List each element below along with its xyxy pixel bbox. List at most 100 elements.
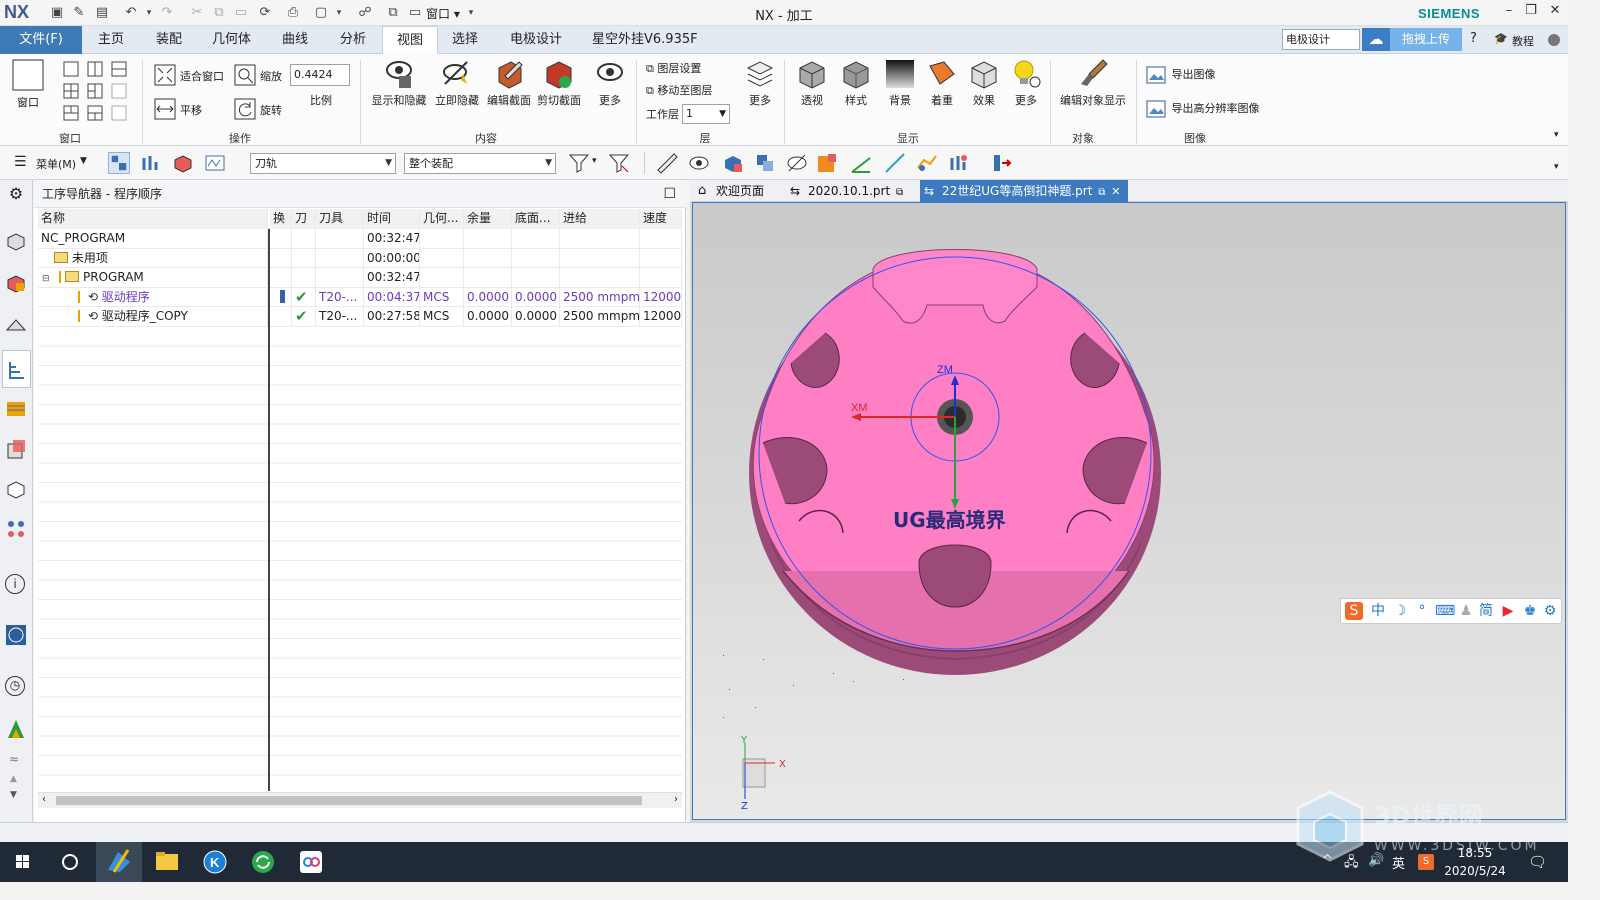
content-more-button[interactable]: 更多 xyxy=(590,58,630,108)
taskbar-nx-app[interactable] xyxy=(96,842,142,882)
part-navigator-icon[interactable] xyxy=(5,230,27,252)
copy-icon[interactable]: ⧉ xyxy=(210,4,228,22)
constraint-navigator-icon[interactable] xyxy=(5,314,27,336)
tab-analysis[interactable]: 分析 xyxy=(334,26,372,54)
ime-chinese-mode[interactable]: 中 xyxy=(1369,602,1387,620)
taskbar-explorer[interactable] xyxy=(144,842,190,882)
angle-icon[interactable] xyxy=(850,152,872,174)
palette-icon[interactable] xyxy=(5,718,27,740)
scroll-right-icon[interactable]: › xyxy=(674,794,678,805)
machine-tool-view-icon[interactable] xyxy=(140,152,162,174)
scroll-left-icon[interactable]: ‹ xyxy=(42,794,46,805)
touch-mode-icon[interactable]: ☍ xyxy=(356,4,374,22)
emphasis-button[interactable]: 着重 xyxy=(922,58,962,108)
column-header[interactable]: 名称 xyxy=(38,209,268,229)
machine-icon[interactable] xyxy=(948,152,970,174)
taskbar-cloud-app[interactable] xyxy=(288,842,334,882)
column-header[interactable]: 换 xyxy=(270,209,292,229)
tray-chevron-icon[interactable]: ^ xyxy=(1322,853,1333,868)
library-icon[interactable] xyxy=(5,438,27,460)
save-icon[interactable]: ▣ xyxy=(48,4,66,22)
window-icon[interactable]: ▭ xyxy=(406,4,424,22)
cloud-icon[interactable]: ☁ xyxy=(1362,28,1390,51)
column-header[interactable]: 刀 xyxy=(292,209,316,229)
method-view-icon[interactable] xyxy=(204,152,226,174)
hide-eye-icon[interactable] xyxy=(786,152,808,174)
history-icon[interactable]: ◷ xyxy=(5,676,25,696)
popout-icon[interactable]: ⧉ xyxy=(896,187,903,198)
fit-window-button[interactable]: 适合窗口 xyxy=(154,64,234,88)
pan-button[interactable]: 平移 xyxy=(154,98,214,122)
edit-section-button[interactable]: 编辑截面 xyxy=(484,58,534,108)
start-button[interactable] xyxy=(0,842,46,882)
upload-button[interactable]: 拖拽上传 xyxy=(1390,28,1462,51)
command-search-input[interactable]: 电极设计 xyxy=(1282,29,1360,50)
tab-geometry[interactable]: 几何体 xyxy=(206,26,257,54)
file-menu[interactable]: 文件(F) xyxy=(0,26,82,54)
reset-filter-icon[interactable] xyxy=(608,152,630,174)
tool-path-icon[interactable] xyxy=(916,152,938,174)
table-row[interactable]: NC_PROGRAM 00:32:47 xyxy=(38,229,682,249)
zoom-button[interactable]: 缩放 xyxy=(234,64,290,88)
hide-now-button[interactable]: 立即隐藏 xyxy=(432,58,482,108)
tutorial-icon[interactable]: 🎓 xyxy=(1494,32,1508,45)
effects-button[interactable]: 效果 xyxy=(964,58,1004,108)
geometry-view-icon[interactable] xyxy=(172,152,194,174)
measure-distance-icon[interactable] xyxy=(656,152,678,174)
print-icon[interactable]: ⎙ xyxy=(284,4,302,22)
user-icon[interactable] xyxy=(1548,34,1560,46)
column-header[interactable]: 速度 xyxy=(640,209,682,229)
model-canvas[interactable]: ZM XM UG最高境界 Y X Z xyxy=(692,202,1566,820)
menu-icon[interactable]: ☰ xyxy=(14,154,27,170)
reuse-library-icon[interactable] xyxy=(5,478,27,500)
roles-icon[interactable]: ≈ xyxy=(9,752,19,766)
show-hide-button[interactable]: 显示和隐藏 xyxy=(368,58,430,108)
input-language[interactable]: 英 xyxy=(1392,853,1405,872)
menu-dropdown-icon[interactable]: ▼ xyxy=(80,156,87,166)
ime-simplified[interactable]: 简 xyxy=(1477,602,1495,620)
settings-gear-icon[interactable]: ⚙ xyxy=(5,184,27,206)
restore-button[interactable]: ❐ xyxy=(1520,3,1542,23)
feature-display-icon[interactable] xyxy=(722,152,744,174)
move-to-layer-button[interactable]: ⧉ 移动至图层 xyxy=(646,82,712,100)
assembly-navigator-icon[interactable] xyxy=(5,272,27,294)
hd3d-tools-icon[interactable] xyxy=(5,518,27,540)
table-row[interactable]: ⊟ PROGRAM 00:32:47 xyxy=(38,268,682,288)
tab-assembly[interactable]: 装配 xyxy=(150,26,188,54)
tutorial-link[interactable]: 教程 xyxy=(1512,33,1534,49)
show-hide-small-icon[interactable] xyxy=(688,152,710,174)
maximize-panel-icon[interactable]: ☐ xyxy=(663,180,676,208)
tab-welcome[interactable]: ⌂ 欢迎页面 xyxy=(694,180,786,202)
column-header[interactable]: 底面... xyxy=(512,209,560,229)
sogou-tray-icon[interactable]: S xyxy=(1418,854,1434,870)
volume-icon[interactable]: 🔊 xyxy=(1368,853,1384,868)
post-process-icon[interactable] xyxy=(990,152,1012,174)
window-layout-button[interactable]: 窗口 xyxy=(8,58,48,110)
redo-icon[interactable]: ↷ xyxy=(158,4,176,22)
ime-punct-icon[interactable]: ° xyxy=(1413,602,1431,620)
save-as-icon[interactable]: ✎ xyxy=(70,4,88,22)
work-layer-select[interactable]: 1 ▼ xyxy=(682,104,730,124)
filter-dropdown-icon[interactable]: ▾ xyxy=(592,156,597,166)
paste-icon[interactable]: ▭ xyxy=(232,4,250,22)
keyboard-icon[interactable]: ⌨ xyxy=(1435,602,1455,620)
switch-window-icon[interactable]: ⧉ xyxy=(384,4,402,22)
ime-shirt-icon[interactable]: ♚ xyxy=(1521,602,1539,620)
ime-settings-icon[interactable]: ⚙ xyxy=(1541,602,1559,620)
column-header[interactable]: 几何... xyxy=(420,209,464,229)
column-header[interactable]: 余量 xyxy=(464,209,512,229)
scroll-down-icon[interactable]: ▼ xyxy=(10,790,17,800)
shaded-box-icon[interactable] xyxy=(816,152,838,174)
ime-moon-icon[interactable]: ☽ xyxy=(1391,602,1409,620)
tab-view[interactable]: 视图 xyxy=(382,26,438,55)
info-icon[interactable]: i xyxy=(5,574,25,594)
scroll-thumb[interactable] xyxy=(56,796,642,805)
view-icon[interactable]: ▢ xyxy=(312,4,330,22)
window-menu-label[interactable]: 窗口 ▾ xyxy=(426,5,460,22)
column-header[interactable]: 进给 xyxy=(560,209,640,229)
toolbar-options-icon[interactable]: ▾ xyxy=(1554,162,1559,172)
view-dropdown-icon[interactable]: ▾ xyxy=(330,4,348,22)
undo-dropdown-icon[interactable]: ▾ xyxy=(140,4,158,22)
type-filter-select[interactable]: 刀轨 ▼ xyxy=(250,153,396,174)
column-header[interactable]: 刀具 xyxy=(316,209,364,229)
